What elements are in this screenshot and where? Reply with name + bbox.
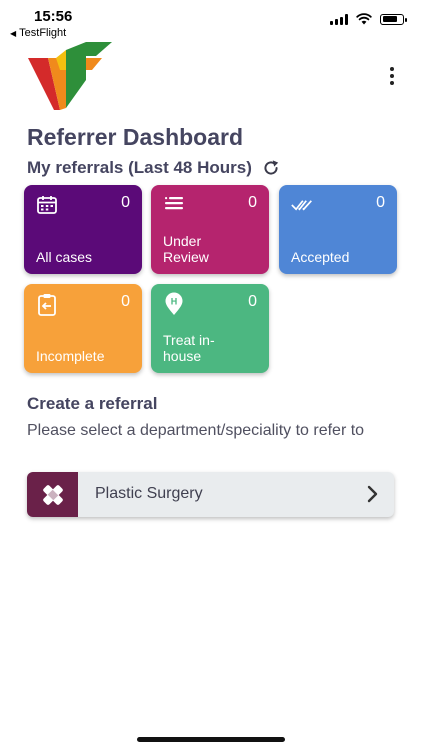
under-review-label: Under Review: [163, 233, 209, 265]
all-cases-count: 0: [121, 194, 130, 211]
create-referral-instructions: Please select a department/speciality to…: [27, 422, 365, 439]
department-label: Plastic Surgery: [95, 485, 203, 502]
chevron-right-icon: [367, 485, 378, 503]
app-logo: [28, 42, 112, 110]
all-cases-label: All cases: [36, 249, 93, 265]
status-bar: 15:56 ◀ TestFlight: [0, 0, 422, 44]
referrals-subtitle: My referrals (Last 48 Hours): [27, 158, 252, 177]
status-icons: [330, 13, 407, 25]
incomplete-card[interactable]: 0 Incomplete: [24, 284, 142, 373]
incomplete-label: Incomplete: [36, 348, 105, 364]
treat-in-house-card[interactable]: H 0 Treat in-house: [151, 284, 269, 373]
treat-in-house-count: 0: [248, 293, 257, 310]
create-referral-title: Create a referral: [27, 394, 158, 413]
calendar-icon: [37, 196, 57, 214]
bandage-icon: [27, 472, 78, 517]
back-app-label: TestFlight: [19, 27, 67, 39]
department-plastic-surgery[interactable]: Plastic Surgery: [27, 472, 394, 517]
under-review-card[interactable]: 0 Under Review: [151, 185, 269, 274]
referrals-header: My referrals (Last 48 Hours): [27, 158, 280, 178]
accepted-label: Accepted: [291, 249, 350, 265]
status-time: 15:56: [34, 8, 73, 25]
battery-icon: [380, 13, 407, 25]
home-indicator[interactable]: [137, 737, 285, 742]
cellular-signal-icon: [330, 13, 348, 25]
svg-text:H: H: [171, 297, 178, 307]
double-check-icon: [291, 200, 312, 211]
wifi-icon: [356, 13, 372, 25]
hospital-pin-icon: H: [165, 292, 183, 315]
back-arrow-icon: ◀: [10, 28, 17, 38]
treat-in-house-label: Treat in-house: [163, 332, 215, 364]
more-options-icon[interactable]: [386, 67, 398, 85]
accepted-card[interactable]: 0 Accepted: [279, 185, 397, 274]
under-review-count: 0: [248, 194, 257, 211]
back-to-app-link[interactable]: ◀ TestFlight: [10, 27, 66, 39]
all-cases-card[interactable]: 0 All cases: [24, 185, 142, 274]
page-title: Referrer Dashboard: [27, 124, 244, 150]
clipboard-icon: [38, 294, 56, 316]
accepted-count: 0: [376, 194, 385, 211]
list-icon: [165, 197, 183, 210]
refresh-icon[interactable]: [262, 159, 280, 177]
incomplete-count: 0: [121, 293, 130, 310]
